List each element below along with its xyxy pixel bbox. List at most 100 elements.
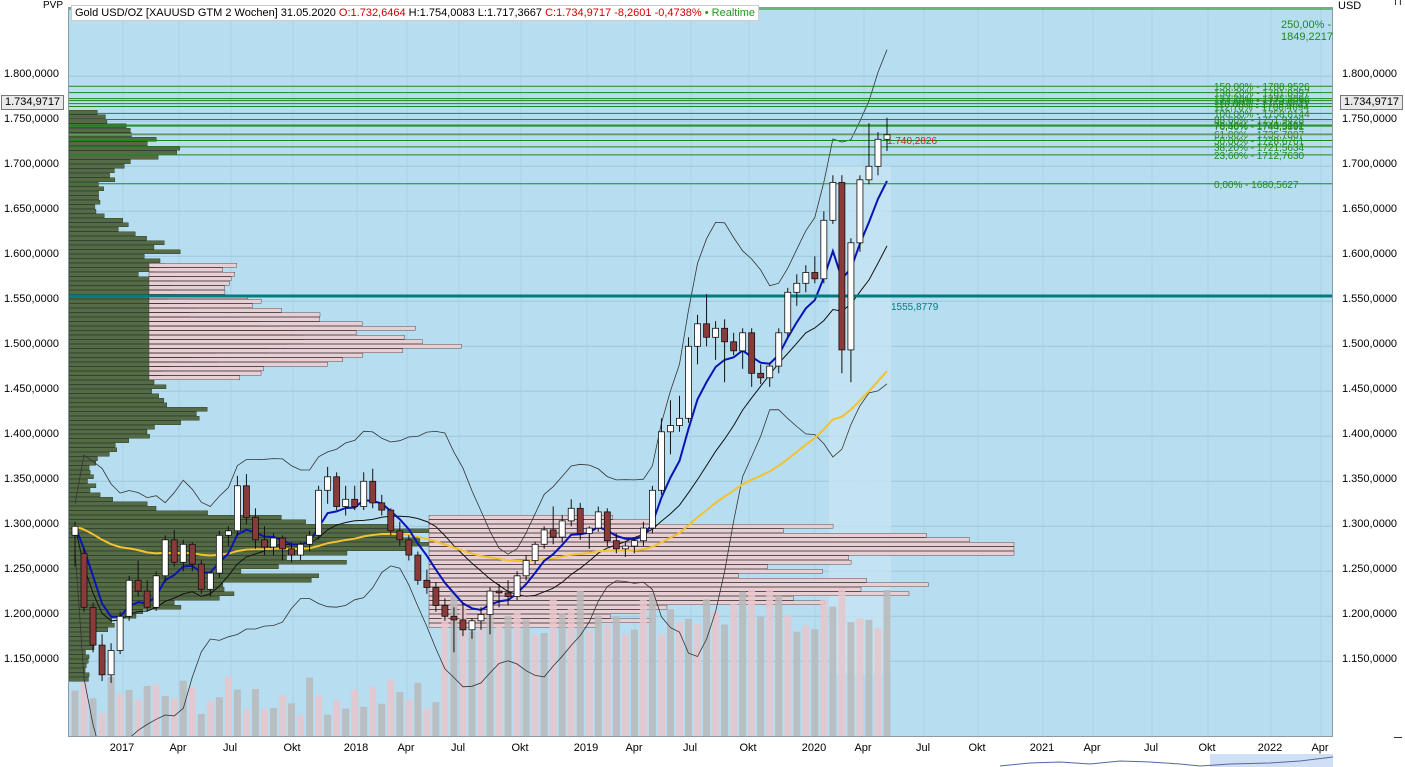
time-axis-tick-label: Apr [397,742,415,754]
candle-bull [585,527,593,534]
candle-bear [369,480,377,504]
volume-profile-bar-left [69,420,181,425]
volume-profile-bar-left [69,398,165,403]
candle-bear [333,476,341,507]
volume-bar [441,615,449,736]
candle-bull [829,182,837,221]
candle-bull [594,511,602,529]
volume-profile-bar-left [69,470,91,475]
close-value: C:1.734,9717 [545,7,612,19]
corner-icon[interactable]: ⊓ [1394,0,1402,8]
left-axis-tick-label: 1.200,0000 [3,608,59,621]
candle-bull [179,543,187,563]
volume-bar [315,695,323,736]
volume-profile-bar-mid [148,330,357,335]
volume-profile-bar-left [69,663,87,668]
candle-bull [784,291,792,334]
volume-profile-bar-left [69,254,145,259]
volume-profile-bar-left [69,182,99,187]
volume-profile-bar-left [69,164,125,169]
volume-profile-bar-mid [148,366,264,371]
candle-bear [143,590,151,608]
volume-bar [98,712,106,736]
candle-bull [233,485,241,532]
candle-bull [540,529,548,545]
candle-bull [667,425,674,433]
candle-bear [396,530,404,541]
candle-bull [820,219,828,280]
volume-bar [143,685,151,736]
volume-bar [170,698,178,736]
candle-bear [432,587,440,606]
candle-bull [116,615,124,651]
volume-profile-bar-mid [148,276,232,281]
volume-bar [856,618,864,736]
volume-profile-bar-left [69,492,101,497]
volume-bar [847,622,855,736]
volume-profile-bar-left [69,141,148,147]
right-axis-tick-label: 1.550,0000 [1342,293,1398,306]
candle-bull [883,134,891,140]
time-axis-tick-label: Jul [682,742,698,754]
chart-area[interactable]: 150,00% - 1788,9526 138,20% - 1781,8397 12… [68,7,1402,738]
volume-profile-bar-right [428,551,1015,556]
volume-profile-bar-left [69,519,306,524]
volume-bar [874,628,882,736]
candle-bull [125,579,133,617]
candle-bull [694,323,701,347]
overview-navigator[interactable] [900,754,1333,767]
time-axis-tick-label: Apr [854,742,872,754]
candle-bear [170,539,178,563]
volume-profile-bar-mid [148,362,328,367]
candle-bear [495,590,503,594]
volume-profile-bar-left [69,672,90,677]
candle-bear [134,579,142,592]
volume-bar [71,690,79,736]
volume-profile-bar-left [69,128,131,133]
volume-bar [730,604,738,736]
volume-bar [775,595,783,736]
volume-bar [414,682,422,736]
right-price-axis[interactable]: 1.150,0000 1.200,0000 1.250,0000 1.300,0000… [1334,0,1405,740]
candle-bull [739,332,747,352]
candle-bull [224,530,232,536]
volume-bar [360,706,368,736]
time-axis-tick-label: Apr [1083,742,1101,754]
current-price-tag-right: 1.734,9717 [1340,95,1404,110]
candle-bear [811,272,819,280]
volume-bar [621,634,629,736]
candle-bear [504,592,512,597]
candle-bull [802,272,810,284]
volume-bar [396,692,404,736]
volume-profile-bar-left [69,195,99,201]
volume-profile-bar-left [69,375,161,380]
volume-bar [324,714,332,736]
candle-bull [874,138,882,167]
volume-bar [675,622,683,736]
volume-bar [242,709,250,736]
right-axis-tick-label: 1.400,0000 [1342,428,1398,441]
left-axis-tick-label: 1.750,0000 [3,113,59,126]
candle-bear [279,537,286,550]
candle-bull [71,525,79,536]
volume-bar [224,676,232,736]
volume-bar [351,689,359,736]
volume-profile-bar-mid [148,344,462,349]
volume-bar [685,618,693,736]
time-axis-tick-label: 2022 [1257,742,1283,754]
navigator-window[interactable] [1210,754,1333,767]
left-axis-tick-label: 1.600,0000 [3,248,59,261]
chart-canvas[interactable]: 150,00% - 1788,9526138,20% - 1781,839712… [69,8,1332,736]
current-price-tag-left: 1.734,9717 [1,95,65,110]
volume-profile-bar-left [69,407,208,412]
candle-bear [414,554,422,581]
volume-profile-bar-left [69,668,86,673]
left-price-axis[interactable]: 1.150,0000 1.200,0000 1.250,0000 1.300,0000… [0,0,67,740]
right-axis-tick-label: 1.600,0000 [1342,248,1398,261]
candle-bull [206,572,214,590]
volume-profile-bar-left [69,641,93,646]
volume-bar [504,615,512,736]
volume-profile-bar-left [69,429,148,434]
candle-bull [865,165,873,181]
volume-bar [116,693,124,736]
